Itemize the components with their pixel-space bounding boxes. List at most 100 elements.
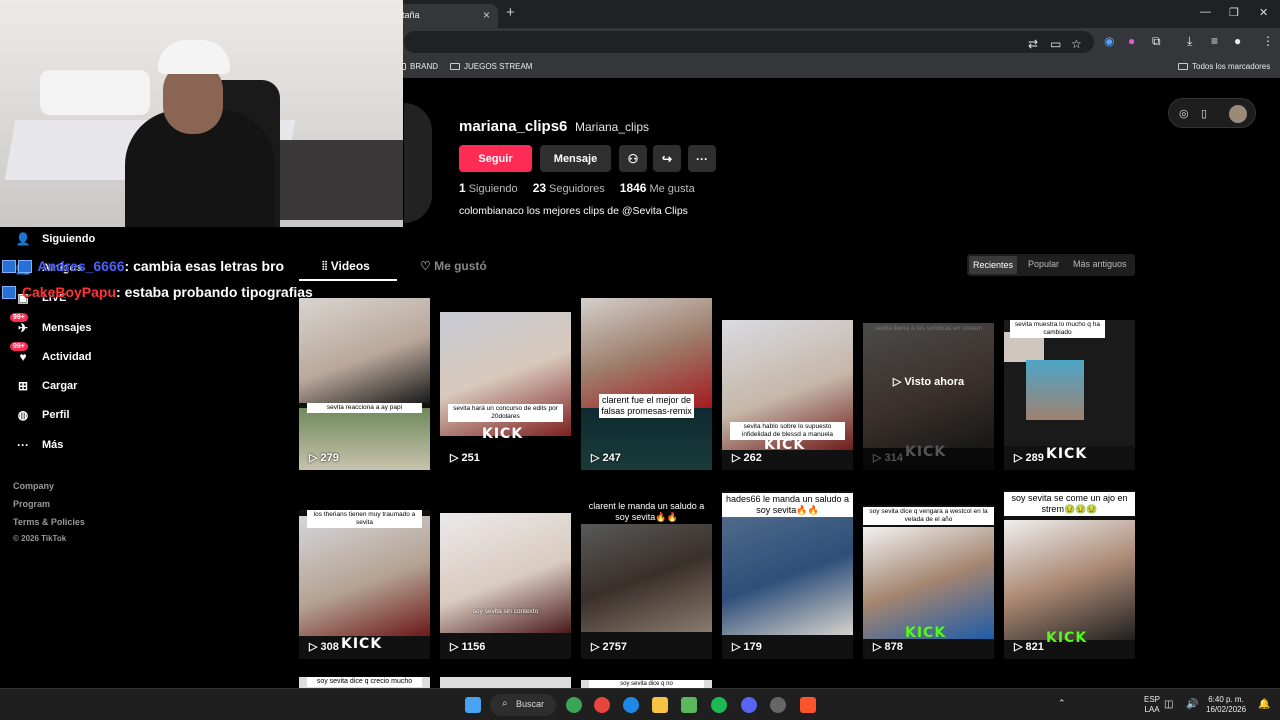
video-card[interactable] bbox=[440, 677, 571, 688]
webcam-floor bbox=[280, 140, 403, 220]
obs-icon[interactable] bbox=[770, 697, 786, 713]
followers-label[interactable]: Seguidores bbox=[549, 183, 605, 195]
video-caption: clarent fue el mejor de falsas promesas-… bbox=[599, 394, 694, 418]
tab-liked[interactable]: ♡ Me gustó bbox=[420, 259, 487, 273]
notifications-icon[interactable]: 🔔 bbox=[1258, 698, 1270, 711]
header-controls: ◎ ▯ bbox=[1168, 98, 1256, 128]
view-count: ▷ 2757 bbox=[591, 641, 627, 653]
tray-chevron-icon[interactable]: ⌃ bbox=[1058, 698, 1066, 710]
video-card[interactable]: sevita llama a los sombras en stream ▷ V… bbox=[863, 323, 994, 470]
browser-tab[interactable]: taña × bbox=[392, 4, 498, 28]
video-card[interactable]: soy sevita dice q vengara a westcol en l… bbox=[863, 505, 994, 659]
video-card[interactable]: sevita hablo sobre lo supuesto infidelid… bbox=[722, 320, 853, 470]
video-card[interactable]: clarent fue el mejor de falsas promesas-… bbox=[581, 298, 712, 470]
chrome-2-icon[interactable] bbox=[594, 697, 610, 713]
following-label[interactable]: Siguiendo bbox=[469, 183, 518, 195]
user-avatar[interactable] bbox=[1229, 105, 1247, 123]
menu-dots-icon[interactable]: ⋮ bbox=[1262, 34, 1274, 48]
video-card[interactable]: clarent le manda un saludo a soy sevita🔥… bbox=[581, 500, 712, 659]
tab-title: taña bbox=[402, 10, 420, 20]
video-caption: hades66 le manda un saludo a soy sevita🔥… bbox=[722, 493, 853, 517]
spotify-icon[interactable] bbox=[711, 697, 727, 713]
video-caption: sevita muestra lo mucho q ha cambiado bbox=[1010, 320, 1105, 338]
video-card[interactable]: sevita muestra lo mucho q ha cambiado KI… bbox=[1004, 320, 1135, 470]
view-count: ▷ 247 bbox=[591, 452, 621, 464]
compass-icon[interactable]: ◎ bbox=[1179, 107, 1189, 120]
video-caption: sevita hará un concurso de edits por 20d… bbox=[448, 404, 563, 422]
nav-more[interactable]: ··· Más bbox=[14, 437, 63, 453]
following-count: 1 bbox=[459, 181, 466, 195]
kick-logo: KICK bbox=[905, 625, 947, 641]
nav-profile[interactable]: ◍ Perfil bbox=[14, 407, 70, 423]
nav-upload[interactable]: ⊞ Cargar bbox=[14, 378, 78, 394]
bookmark-juegos-stream[interactable]: JUEGOS STREAM bbox=[450, 62, 532, 71]
clock[interactable]: 6:40 p. m. 16/02/2026 bbox=[1206, 695, 1246, 716]
messages-icon: ✈ 99+ bbox=[10, 313, 32, 336]
extension-2-icon[interactable]: ● bbox=[1128, 34, 1135, 48]
download-icon[interactable]: ⤓ bbox=[1187, 34, 1192, 49]
chat-badge-icon bbox=[18, 260, 32, 273]
sort-oldest[interactable]: Más antiguos bbox=[1069, 258, 1131, 270]
minecraft-icon[interactable] bbox=[681, 697, 697, 713]
profile-avatar bbox=[404, 103, 432, 223]
video-caption: sevita llama a los sombras en stream bbox=[874, 325, 983, 332]
video-card[interactable]: soy sevita sin contexto ▷ 1156 bbox=[440, 513, 571, 659]
chat-username: CakeBoyPapu bbox=[21, 284, 117, 300]
chrome-icon[interactable] bbox=[566, 697, 582, 713]
sort-popular[interactable]: Popular bbox=[1024, 258, 1063, 270]
extension-icon[interactable]: ◉ bbox=[1104, 34, 1114, 48]
bookmark-star-icon[interactable]: ☆ bbox=[1071, 37, 1082, 51]
cast-icon[interactable]: ▭ bbox=[1050, 37, 1061, 51]
video-card[interactable]: soy sevita dice q no bbox=[581, 680, 712, 688]
phone-icon[interactable]: ▯ bbox=[1201, 107, 1207, 120]
video-caption: los therians tienen muy traumado a sevit… bbox=[307, 510, 422, 528]
minimize-button[interactable]: — bbox=[1200, 6, 1211, 18]
share-icon[interactable]: ↪ bbox=[653, 145, 681, 172]
media-icon[interactable]: ≡ bbox=[1211, 34, 1218, 48]
footer-program[interactable]: Program bbox=[13, 499, 50, 509]
video-card[interactable]: sevita hará un concurso de edits por 20d… bbox=[440, 312, 571, 470]
add-friend-icon[interactable]: ⚇ bbox=[619, 145, 647, 172]
view-count: ▷ 1156 bbox=[450, 641, 486, 653]
message-button[interactable]: Mensaje bbox=[540, 145, 611, 172]
nav-messages[interactable]: ✈ 99+ Mensajes bbox=[10, 313, 92, 336]
video-card[interactable]: soy sevita se come un ajo en strem🤢🤢🤢 KI… bbox=[1004, 490, 1135, 659]
extensions-puzzle-icon[interactable]: ⧉ bbox=[1152, 34, 1161, 49]
nav-following[interactable]: 👤 Siguiendo bbox=[14, 231, 96, 247]
url-input[interactable]: ⇄ ▭ ☆ bbox=[404, 31, 1094, 53]
restore-button[interactable]: ❐ bbox=[1229, 6, 1239, 19]
webcam-cap bbox=[158, 40, 230, 74]
video-card[interactable]: hades66 le manda un saludo a soy sevita🔥… bbox=[722, 491, 853, 659]
windows-start-icon[interactable] bbox=[465, 697, 481, 713]
more-options-icon[interactable]: ··· bbox=[688, 145, 716, 172]
close-window-button[interactable]: ✕ bbox=[1259, 6, 1268, 19]
sort-recent[interactable]: Recientes bbox=[969, 256, 1018, 274]
profile-avatar-icon[interactable]: ● bbox=[1234, 34, 1241, 48]
language-indicator[interactable]: ESP LAA bbox=[1144, 695, 1160, 716]
video-thumbnail-face bbox=[1026, 360, 1084, 420]
all-bookmarks[interactable]: Todos los marcadores bbox=[1178, 62, 1270, 71]
follow-button[interactable]: Seguir bbox=[459, 145, 532, 172]
discord-icon[interactable] bbox=[741, 697, 757, 713]
volume-icon[interactable]: 🔊 bbox=[1186, 698, 1198, 711]
chat-badge-icon bbox=[2, 286, 16, 299]
video-card[interactable]: soy sevita dice q crecio mucho bbox=[299, 677, 430, 688]
footer-company[interactable]: Company bbox=[13, 481, 54, 491]
video-card[interactable]: los therians tienen muy traumado a sevit… bbox=[299, 510, 430, 659]
brave-icon[interactable] bbox=[800, 697, 816, 713]
new-tab-button[interactable]: + bbox=[506, 4, 515, 21]
tab-close-icon[interactable]: × bbox=[483, 8, 490, 22]
taskbar: ⌕ Buscar ⌃ ESP LAA ◫ 🔊 6:40 p. m. 16/02/20… bbox=[0, 688, 1280, 720]
video-card[interactable]: sevita reacciona a ay papi ▷ 279 bbox=[299, 298, 430, 470]
view-count: ▷ 821 bbox=[1014, 641, 1044, 653]
view-count: ▷ 289 bbox=[1014, 452, 1044, 464]
translate-icon[interactable]: ⇄ bbox=[1028, 37, 1038, 51]
file-explorer-icon[interactable] bbox=[652, 697, 668, 713]
footer-terms[interactable]: Terms & Policies bbox=[13, 517, 85, 527]
taskbar-search[interactable]: ⌕ Buscar bbox=[490, 694, 556, 716]
network-icon[interactable]: ◫ bbox=[1164, 698, 1173, 711]
tab-videos[interactable]: ⦙⦙ Videos bbox=[322, 259, 370, 274]
view-count: ▷ 279 bbox=[309, 452, 339, 464]
edge-icon[interactable] bbox=[623, 697, 639, 713]
nav-activity[interactable]: ♥ 99+ Actividad bbox=[10, 342, 92, 365]
